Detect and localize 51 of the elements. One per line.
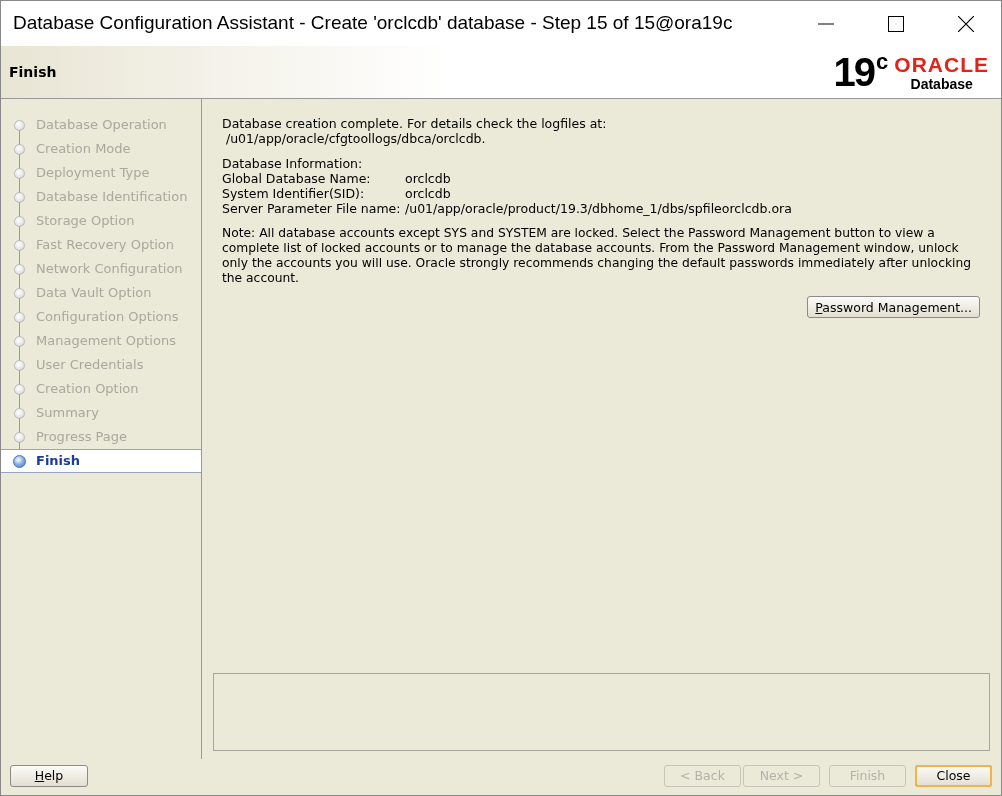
step-item[interactable]: Fast Recovery Option [1, 233, 201, 257]
brand-logo: ORACLE [894, 53, 989, 75]
close-icon [958, 15, 974, 32]
window-title: Database Configuration Assistant - Create 'orclcdb' database - Step 15 of 15@ora19c [13, 11, 734, 36]
step-label: Progress Page [36, 428, 128, 447]
minimize-icon [818, 22, 834, 25]
note-text: Note: All database accounts except SYS and SYSTEM are locked. Select the Password Management button to view a complete list of locked accounts or to manage the database accounts. From the Password Management window, unlock only the accounts you will use. Oracle strongly recommends changing the default passwords immediately after unlocking the account. [222, 226, 973, 286]
step-item[interactable]: Summary [1, 401, 201, 425]
password-management-button[interactable]: Password Management... [807, 296, 980, 318]
step-item[interactable]: Creation Option [1, 377, 201, 401]
info-value: orclcdb [405, 171, 451, 186]
wizard-button[interactable]: Close [915, 765, 992, 787]
step-label: Database Operation [36, 116, 167, 135]
step-label: Data Vault Option [36, 284, 152, 303]
step-item[interactable]: User Credentials [1, 353, 201, 377]
step-label: User Credentials [36, 356, 144, 375]
step-label: Network Configuration [36, 260, 183, 279]
step-label: Creation Mode [36, 140, 131, 159]
help-button[interactable]: Help [10, 765, 88, 787]
current-step-icon [13, 454, 26, 468]
page-title: Finish [9, 62, 57, 82]
product-label: Database [910, 76, 973, 91]
info-value: /u01/app/oracle/product/19.3/dbhome_1/dbs/spfileorclcdb.ora [405, 201, 792, 216]
step-item[interactable]: Finish [1, 449, 201, 473]
step-item[interactable]: Management Options [1, 329, 201, 353]
step-item[interactable]: Database Identification [1, 185, 201, 209]
completion-message: Database creation complete. For details check the logfiles at: [222, 116, 608, 131]
step-item[interactable]: Creation Mode [1, 137, 201, 161]
step-item[interactable]: Database Operation [1, 113, 201, 137]
step-label: Configuration Options [36, 308, 179, 327]
info-value: orclcdb [405, 186, 451, 201]
maximize-icon [888, 15, 904, 32]
info-label: System Identifier(SID): [222, 186, 366, 201]
step-label: Management Options [36, 332, 176, 351]
step-item[interactable]: Network Configuration [1, 257, 201, 281]
info-label: Global Database Name: [222, 171, 372, 186]
step-item[interactable]: Data Vault Option [1, 281, 201, 305]
step-label: Summary [36, 404, 99, 423]
step-label: Database Identification [36, 188, 188, 207]
step-label: Fast Recovery Option [36, 236, 175, 255]
step-item[interactable]: Configuration Options [1, 305, 201, 329]
step-item[interactable]: Deployment Type [1, 161, 201, 185]
info-heading: Database Information: [222, 156, 364, 171]
step-label: Storage Option [36, 212, 135, 231]
step-label: Deployment Type [36, 164, 150, 183]
info-label: Server Parameter File name: [222, 201, 402, 216]
step-label: Finish [36, 452, 81, 471]
step-label: Creation Option [36, 380, 139, 399]
step-item[interactable]: Progress Page [1, 425, 201, 449]
step-item[interactable]: Storage Option [1, 209, 201, 233]
log-path: /u01/app/oracle/cfgtoollogs/dbca/orclcdb. [224, 131, 487, 146]
